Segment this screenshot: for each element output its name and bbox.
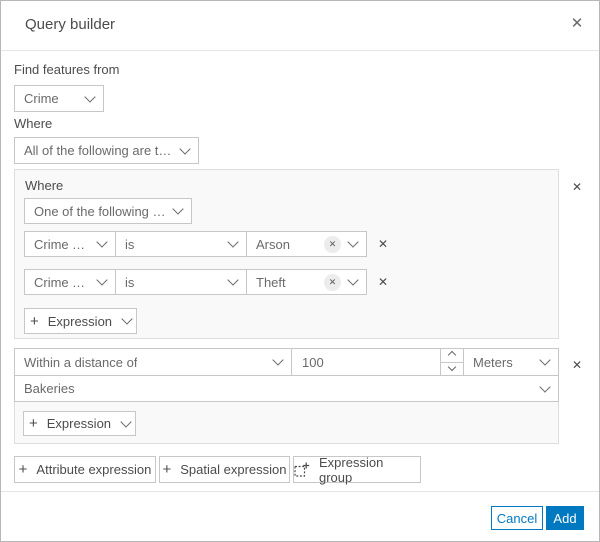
chevron-down-icon <box>84 90 96 103</box>
layer-select[interactable]: Crime <box>14 85 104 112</box>
expression-group-icon <box>294 462 310 478</box>
chevron-down-icon <box>121 313 133 325</box>
distance-input[interactable] <box>292 349 440 375</box>
plus-icon: + <box>18 461 28 478</box>
chevron-down-icon <box>120 415 132 428</box>
chevron-down-icon <box>179 142 191 155</box>
unit-select[interactable]: Meters <box>463 348 559 376</box>
close-icon[interactable]: ✕ <box>567 13 587 33</box>
chevron-down-icon <box>272 354 284 366</box>
spatial-mode-select[interactable]: Within a distance of <box>14 348 292 376</box>
distance-stepper <box>440 349 463 375</box>
expression-group-label: Expression group <box>319 454 384 485</box>
row2-value-chip-label: Theft <box>256 274 286 290</box>
stepper-down-icon[interactable] <box>441 363 463 376</box>
row2-value-combobox[interactable]: Theft ✕ <box>246 269 367 295</box>
row1-value-chip-label: Arson <box>256 236 290 252</box>
row2-operator-select[interactable]: is <box>115 269 247 295</box>
row1-operator-value: is <box>125 236 135 252</box>
group1-add-expression-button[interactable]: + Expression <box>24 308 137 334</box>
chevron-down-icon <box>539 354 551 366</box>
add-expression-group-button[interactable]: Expression group <box>293 454 421 485</box>
add-attribute-expression-button[interactable]: + Attribute expression <box>14 456 156 483</box>
group1-combine-select-value: One of the following are tr... <box>34 203 166 219</box>
chevron-down-icon <box>347 274 359 286</box>
attribute-expression-label: Attribute expression <box>36 462 152 477</box>
layer-select-value: Crime <box>24 91 59 106</box>
where-label: Where <box>14 116 53 131</box>
target-layer-value: Bakeries <box>24 381 75 396</box>
add-spatial-expression-button[interactable]: + Spatial expression <box>159 456 290 483</box>
target-layer-select[interactable]: Bakeries <box>14 375 559 402</box>
delete-group-1-icon[interactable]: ✕ <box>569 179 585 195</box>
cancel-button[interactable]: Cancel <box>491 506 543 530</box>
plus-icon: + <box>162 461 172 478</box>
find-features-label: Find features from <box>14 62 120 77</box>
delete-row-1-icon[interactable]: ✕ <box>375 236 391 252</box>
group2-add-expression-button[interactable]: + Expression <box>23 411 136 436</box>
add-button[interactable]: Add <box>546 506 584 530</box>
dialog-footer: Cancel Add <box>1 491 599 541</box>
row1-field-value: Crime Type <box>34 236 90 252</box>
row2-field-value: Crime Type <box>34 274 90 290</box>
chevron-down-icon <box>227 236 239 248</box>
chevron-down-icon <box>96 236 108 248</box>
delete-group-2-icon[interactable]: ✕ <box>569 357 585 373</box>
unit-select-value: Meters <box>473 354 513 370</box>
spatial-expression-label: Spatial expression <box>180 462 287 477</box>
chevron-down-icon <box>172 203 184 215</box>
group1-add-expression-label: Expression <box>47 313 113 329</box>
group1-combine-select[interactable]: One of the following are tr... <box>24 198 192 224</box>
group1-where-label: Where <box>25 178 64 193</box>
row2-field-select[interactable]: Crime Type <box>24 269 116 295</box>
chevron-down-icon <box>96 274 108 286</box>
chevron-down-icon <box>539 380 551 393</box>
remove-value-icon[interactable]: ✕ <box>324 273 341 291</box>
spatial-mode-value: Within a distance of <box>24 354 138 370</box>
dialog-header: Query builder ✕ <box>1 1 599 51</box>
delete-row-2-icon[interactable]: ✕ <box>375 274 391 290</box>
chevron-down-icon <box>347 236 359 248</box>
combine-select[interactable]: All of the following are true <box>14 137 199 164</box>
dialog-title: Query builder <box>25 16 116 33</box>
row1-value-combobox[interactable]: Arson ✕ <box>246 231 367 257</box>
row1-operator-select[interactable]: is <box>115 231 247 257</box>
row2-operator-value: is <box>125 274 135 290</box>
chevron-down-icon <box>227 274 239 286</box>
group2-add-expression-label: Expression <box>46 416 112 431</box>
distance-input-group <box>291 348 464 376</box>
stepper-up-icon[interactable] <box>441 349 463 363</box>
row1-field-select[interactable]: Crime Type <box>24 231 116 257</box>
remove-value-icon[interactable]: ✕ <box>324 235 341 253</box>
plus-icon: + <box>29 312 39 330</box>
combine-select-value: All of the following are true <box>24 143 173 158</box>
query-builder-dialog: Query builder ✕ Find features from Crime… <box>0 0 600 542</box>
plus-icon: + <box>28 415 38 432</box>
